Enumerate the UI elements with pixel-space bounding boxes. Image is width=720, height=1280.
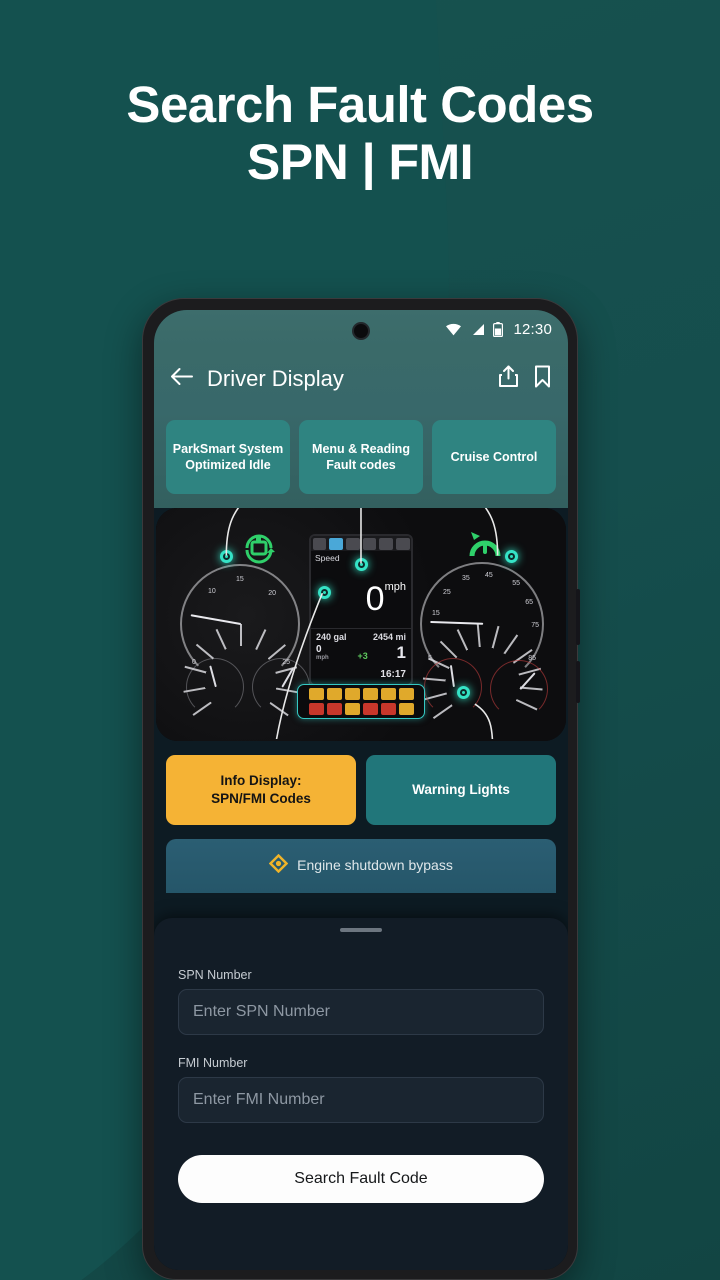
info-display-clock: 16:17 [380, 669, 406, 680]
warning-light-icon [398, 703, 414, 715]
warning-lights-button[interactable]: Warning Lights [366, 755, 556, 825]
menu-icon-1 [312, 537, 327, 550]
warning-light-icon [362, 703, 378, 715]
parksmart-engine-icon [234, 528, 284, 573]
chip-parksmart[interactable]: ParkSmart System Optimized Idle [166, 420, 290, 494]
dashboard-image: 0 10 15 20 25 5 15 25 35 45 55 65 75 85 … [156, 508, 566, 741]
chip-row: ParkSmart System Optimized Idle Menu & R… [166, 420, 556, 494]
info-display-panel: Speed 0mph 240 gal 2454 mi 0 mph +3 1 16… [309, 534, 413, 686]
chip-row-container: ParkSmart System Optimized Idle Menu & R… [154, 410, 568, 508]
info-display-button[interactable]: Info Display: SPN/FMI Codes [166, 755, 356, 825]
indicator-dot-parksmart[interactable] [220, 550, 233, 563]
power-button[interactable] [576, 661, 580, 703]
bypass-label: Engine shutdown bypass [297, 856, 453, 873]
warning-light-icon [326, 688, 342, 700]
warning-lights-row-1 [302, 688, 420, 700]
fault-code-form: SPN Number FMI Number [154, 932, 568, 1123]
menu-icon-2 [329, 537, 343, 550]
left-mini-gauge-1 [186, 658, 244, 716]
menu-icon-5 [379, 537, 393, 550]
speed-unit: mph [384, 581, 406, 593]
info-display-button-line1: Info Display: [220, 773, 302, 788]
engine-shutdown-bypass-bar[interactable]: Engine shutdown bypass [166, 838, 556, 893]
fmi-label: FMI Number [178, 1056, 248, 1070]
right-mini-gauge-1 [424, 658, 482, 716]
indicator-dot-info-display[interactable] [318, 586, 331, 599]
right-mini-gauge-2 [490, 660, 548, 718]
menu-icon-3 [345, 537, 360, 550]
offset-value: +3 [357, 651, 368, 661]
bookmark-icon[interactable] [533, 365, 552, 393]
menu-icon-6 [395, 537, 410, 550]
action-button-row: Info Display: SPN/FMI Codes Warning Ligh… [154, 741, 568, 825]
info-display-speed: 0mph [365, 580, 406, 618]
info-display-row-fuel-odo: 240 gal 2454 mi [311, 628, 411, 642]
phone-screen: 12:30 Driver Display ParkSmart System Op… [154, 310, 568, 1270]
fuel-value: 240 gal [316, 632, 347, 642]
speed-value: 0 [365, 580, 385, 618]
cruise-control-icon [460, 526, 512, 573]
warning-light-icon [326, 703, 342, 715]
warning-light-icon [308, 703, 324, 715]
set-speed-number: 0 [316, 644, 322, 655]
app-bar: Driver Display [154, 348, 568, 410]
chip-menu-fault-codes[interactable]: Menu & Reading Fault codes [299, 420, 423, 494]
page-title: Search Fault Codes SPN | FMI [0, 76, 720, 191]
warning-light-icon [344, 688, 360, 700]
info-display-menu-row [311, 536, 411, 551]
fmi-input[interactable] [178, 1077, 544, 1123]
headline-line-2: SPN | FMI [246, 134, 474, 191]
info-display-row-gear: 0 mph +3 1 [311, 644, 411, 661]
indicator-dot-cruise[interactable] [505, 550, 518, 563]
battery-icon [493, 321, 504, 337]
warning-diamond-icon [268, 853, 289, 876]
share-icon[interactable] [498, 365, 519, 393]
phone-mockup: 12:30 Driver Display ParkSmart System Op… [142, 298, 580, 1280]
wifi-icon [445, 323, 462, 336]
warning-light-icon [380, 703, 396, 715]
status-bar: 12:30 [154, 310, 568, 348]
status-bar-clock: 12:30 [513, 320, 552, 338]
warning-lights-cluster [297, 684, 425, 719]
volume-button[interactable] [576, 589, 580, 645]
set-speed-unit: mph [316, 655, 329, 661]
gear-value: 1 [396, 643, 406, 662]
bypass-bar-container: Engine shutdown bypass [154, 825, 568, 893]
headline-line-1: Search Fault Codes [126, 76, 594, 133]
menu-icon-4 [362, 537, 377, 550]
warning-lights-row-2 [302, 703, 420, 715]
indicator-dot-menu[interactable] [355, 558, 368, 571]
bottom-sheet: SPN Number FMI Number Search Fault Code [154, 918, 568, 1270]
back-arrow-icon[interactable] [170, 367, 193, 391]
app-bar-title: Driver Display [207, 366, 344, 391]
indicator-dot-warning-lights[interactable] [457, 686, 470, 699]
spn-input[interactable] [178, 989, 544, 1035]
warning-light-icon [362, 688, 378, 700]
search-fault-code-button[interactable]: Search Fault Code [178, 1155, 544, 1203]
signal-icon [470, 323, 485, 336]
warning-light-icon [380, 688, 396, 700]
chip-cruise-control[interactable]: Cruise Control [432, 420, 556, 494]
warning-light-icon [308, 688, 324, 700]
spn-label: SPN Number [178, 968, 252, 982]
odometer-value: 2454 mi [372, 632, 406, 642]
warning-light-icon [398, 688, 414, 700]
warning-light-icon [344, 703, 360, 715]
front-camera [352, 322, 370, 340]
set-speed-value: 0 mph [316, 644, 329, 662]
info-display-button-line2: SPN/FMI Codes [211, 790, 311, 806]
